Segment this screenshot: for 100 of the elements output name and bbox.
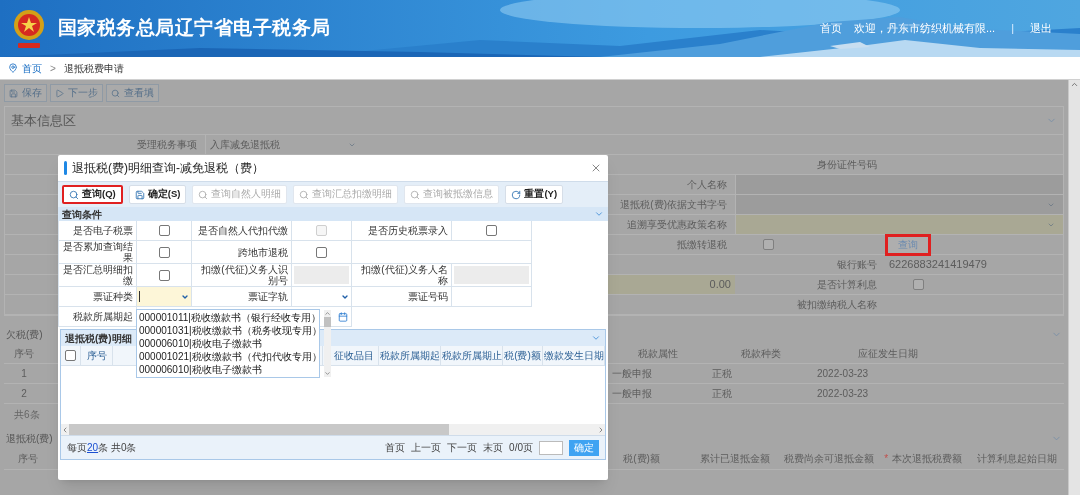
column-header: 序号 — [13, 347, 35, 361]
search-icon — [69, 189, 79, 200]
scroll-up-icon[interactable] — [1070, 80, 1079, 89]
field-label: 是否历史税票录入 — [352, 221, 452, 241]
refresh-icon — [511, 189, 522, 200]
horizontal-scrollbar[interactable] — [61, 424, 605, 435]
pager-link[interactable]: 首页 — [385, 440, 406, 455]
table-cell-text: 正税 — [711, 367, 733, 381]
combo-field[interactable] — [137, 287, 192, 307]
save-icon — [134, 189, 145, 200]
table-cell-text: 1 — [20, 367, 28, 381]
page-size-text: 每页20条 共0条 — [67, 441, 137, 455]
field-label: 身份证件号码 — [817, 158, 877, 172]
toolbar-button[interactable]: 查询(Q) — [62, 185, 123, 204]
field-value: 6226883241419479 — [888, 257, 988, 273]
column-header: 税款所属期起 — [379, 346, 441, 365]
scroll-left-icon[interactable] — [61, 425, 69, 434]
checkbox[interactable] — [158, 246, 170, 258]
scrollbar[interactable] — [1068, 80, 1080, 495]
checkbox[interactable] — [316, 246, 327, 258]
column-header: 税费尚余可退抵金额 — [783, 452, 876, 466]
column-header: 累计已退抵金额 — [699, 452, 772, 466]
column-header: 税款种类 — [739, 347, 782, 361]
field-label: 抵缴转退税 — [677, 238, 727, 252]
dropdown-option[interactable]: 000001021|税收缴款书（代扣代收专用） — [137, 350, 324, 363]
column-header: 计算利息起始日期 — [976, 452, 1059, 466]
section-title: 查询条件 — [62, 207, 102, 222]
breadcrumb-current: 退抵税费申请 — [63, 61, 124, 76]
column-header: 税款属性 — [637, 347, 679, 361]
dialog-title: 退抵税(费)明细查询-减免退税（费） — [72, 160, 264, 177]
pager-link[interactable]: 下一页 — [447, 440, 478, 455]
field-label: 银行账号 — [837, 258, 877, 272]
checkbox[interactable] — [486, 225, 497, 236]
scroll-down-icon[interactable] — [323, 370, 331, 377]
checkbox[interactable] — [158, 269, 170, 281]
input-field[interactable] — [452, 287, 532, 307]
field-label: 票证字轨 — [192, 287, 292, 307]
dropdown-option[interactable]: 000006010|税收电子缴款书 — [137, 363, 324, 376]
save-icon — [9, 88, 18, 98]
scroll-thumb[interactable] — [323, 317, 331, 327]
select-field[interactable] — [735, 215, 1063, 234]
dropdown-option[interactable]: 000006010|税收电子缴款书 — [137, 337, 324, 350]
table-cell-text: 正税 — [711, 387, 733, 401]
search-icon — [410, 189, 421, 200]
pager-link[interactable]: 上一页 — [411, 440, 442, 455]
field-label: 票证号码 — [352, 287, 452, 307]
scroll-right-icon[interactable] — [597, 425, 605, 434]
section-title: 退抵税(费) — [6, 431, 53, 446]
column-header: 序号 — [81, 346, 113, 365]
breadcrumb-separator: > — [49, 61, 57, 76]
column-header: * 本次退抵税费额 — [883, 450, 964, 468]
toolbar-button[interactable]: 确定(S) — [128, 185, 187, 204]
pager-link[interactable]: 末页 — [483, 440, 504, 455]
chevron-down-icon — [591, 333, 601, 343]
field-label: 是否计算利息 — [817, 278, 877, 292]
section-title: 基本信息区 — [11, 111, 76, 130]
field-label: 扣缴(代征)义务人识别号 — [192, 264, 292, 287]
row-count: 共6条 — [13, 407, 41, 422]
field-label: 扣缴(代征)义务人名称 — [352, 264, 452, 287]
checkbox[interactable] — [65, 350, 76, 361]
search-icon — [111, 88, 120, 98]
column-header: 税款所属期止 — [441, 346, 503, 365]
search-icon — [198, 189, 209, 200]
checkbox[interactable] — [158, 225, 170, 236]
checkbox[interactable] — [913, 279, 924, 290]
calendar-icon[interactable] — [338, 311, 348, 322]
list-scrollbar[interactable] — [323, 310, 331, 377]
nav-link[interactable]: 欢迎，丹东市纺织机械有限... — [853, 20, 996, 37]
nav-separator: | — [1010, 21, 1015, 37]
page-info: 0/0页 — [509, 441, 533, 455]
table-cell-text: 2022-03-23 — [816, 387, 870, 401]
dropdown-option[interactable]: 000001031|税收缴款书（税务收现专用） — [137, 324, 324, 337]
chevron-down-icon — [594, 209, 604, 219]
toolbar-button[interactable]: 重置(Y) — [505, 185, 564, 204]
table-cell-text: 2 — [20, 387, 28, 401]
close-icon[interactable] — [590, 162, 602, 174]
dropdown-option[interactable]: 000001011|税收缴款书（银行经收专用） — [137, 311, 324, 324]
section-title: 退抵税(费)明细 — [65, 331, 132, 346]
field-label: 是否自然人代扣代缴 — [192, 221, 292, 241]
scroll-thumb[interactable] — [69, 424, 450, 435]
field-label: 是否电子税票 — [59, 221, 137, 241]
location-pin-icon — [8, 63, 18, 73]
select-field[interactable]: 入库减免退抵税 — [205, 135, 360, 154]
column-header: 税(费)额 — [503, 346, 543, 365]
scroll-up-icon[interactable] — [323, 310, 331, 317]
column-header: 应征发生日期 — [857, 347, 919, 361]
section-title: 欠税(费) — [6, 327, 43, 342]
select-field[interactable] — [735, 195, 1063, 214]
play-icon — [55, 88, 64, 98]
page-size-link[interactable]: 20 — [87, 442, 99, 453]
checkbox[interactable] — [763, 239, 774, 250]
field-label: 追溯享受优惠政策名称 — [627, 218, 727, 232]
breadcrumb-link[interactable]: 首页 — [22, 60, 42, 76]
column-header: 税(费)额 — [622, 452, 661, 466]
nav-link[interactable]: 首页 — [819, 20, 842, 37]
page-input[interactable] — [539, 440, 563, 455]
table-cell-text: 2022-03-23 — [816, 367, 870, 381]
required-mark: * — [884, 452, 889, 466]
field-label: 退抵税(费)依据文书字号 — [620, 198, 727, 212]
field-label: 跨地市退税 — [192, 241, 292, 264]
